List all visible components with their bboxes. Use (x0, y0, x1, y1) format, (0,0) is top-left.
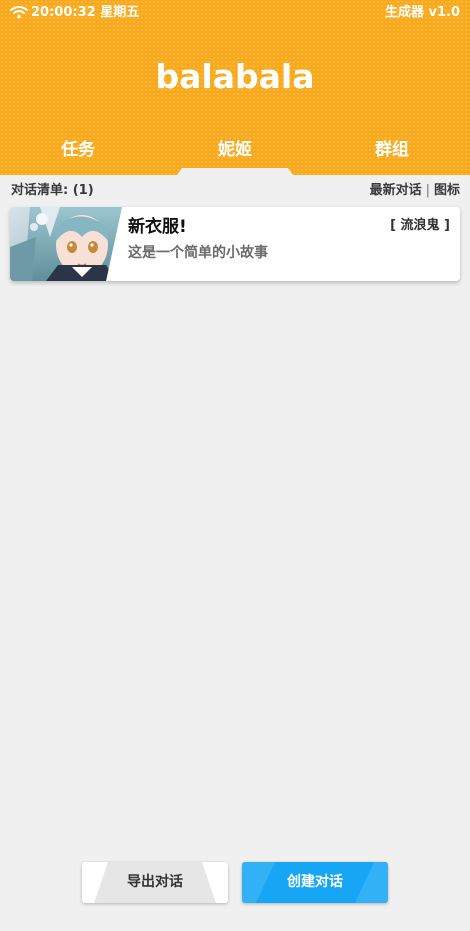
tab-groups[interactable]: 群组 (314, 132, 470, 170)
dialog-description: 这是一个简单的小故事 (128, 245, 268, 261)
dialog-card[interactable]: 新衣服! [ 流浪鬼 ] 这是一个简单的小故事 (10, 207, 460, 281)
wifi-icon (10, 6, 28, 19)
active-tab-indicator (177, 168, 293, 175)
separator: | (425, 183, 430, 198)
create-dialog-label: 创建对话 (287, 874, 343, 890)
app-header: 20:00:32 星期五 生成器 v1.0 balabala 任务 妮姬 群组 (0, 0, 470, 175)
tab-nikke[interactable]: 妮姬 (157, 132, 313, 170)
character-avatar (10, 207, 122, 281)
app-title: balabala (155, 57, 315, 96)
list-view-options: 最新对话 | 图标 (370, 183, 460, 199)
status-time: 20:00:32 星期五 (31, 5, 140, 20)
icon-view-link[interactable]: 图标 (434, 183, 460, 198)
dialog-author: [ 流浪鬼 ] (390, 218, 450, 233)
list-header: 对话清单: (1) 最新对话 | 图标 (0, 175, 470, 207)
sort-latest-link[interactable]: 最新对话 (370, 183, 422, 198)
app-version: 生成器 v1.0 (384, 5, 460, 20)
create-dialog-button[interactable]: 创建对话 (242, 862, 388, 903)
export-dialog-button[interactable]: 导出对话 (82, 862, 228, 903)
dialog-title: 新衣服! (128, 217, 187, 237)
dialog-list-count: 对话清单: (1) (11, 183, 94, 198)
status-bar: 20:00:32 星期五 生成器 v1.0 (0, 0, 470, 26)
tab-tasks[interactable]: 任务 (0, 132, 156, 170)
export-dialog-label: 导出对话 (127, 874, 183, 890)
